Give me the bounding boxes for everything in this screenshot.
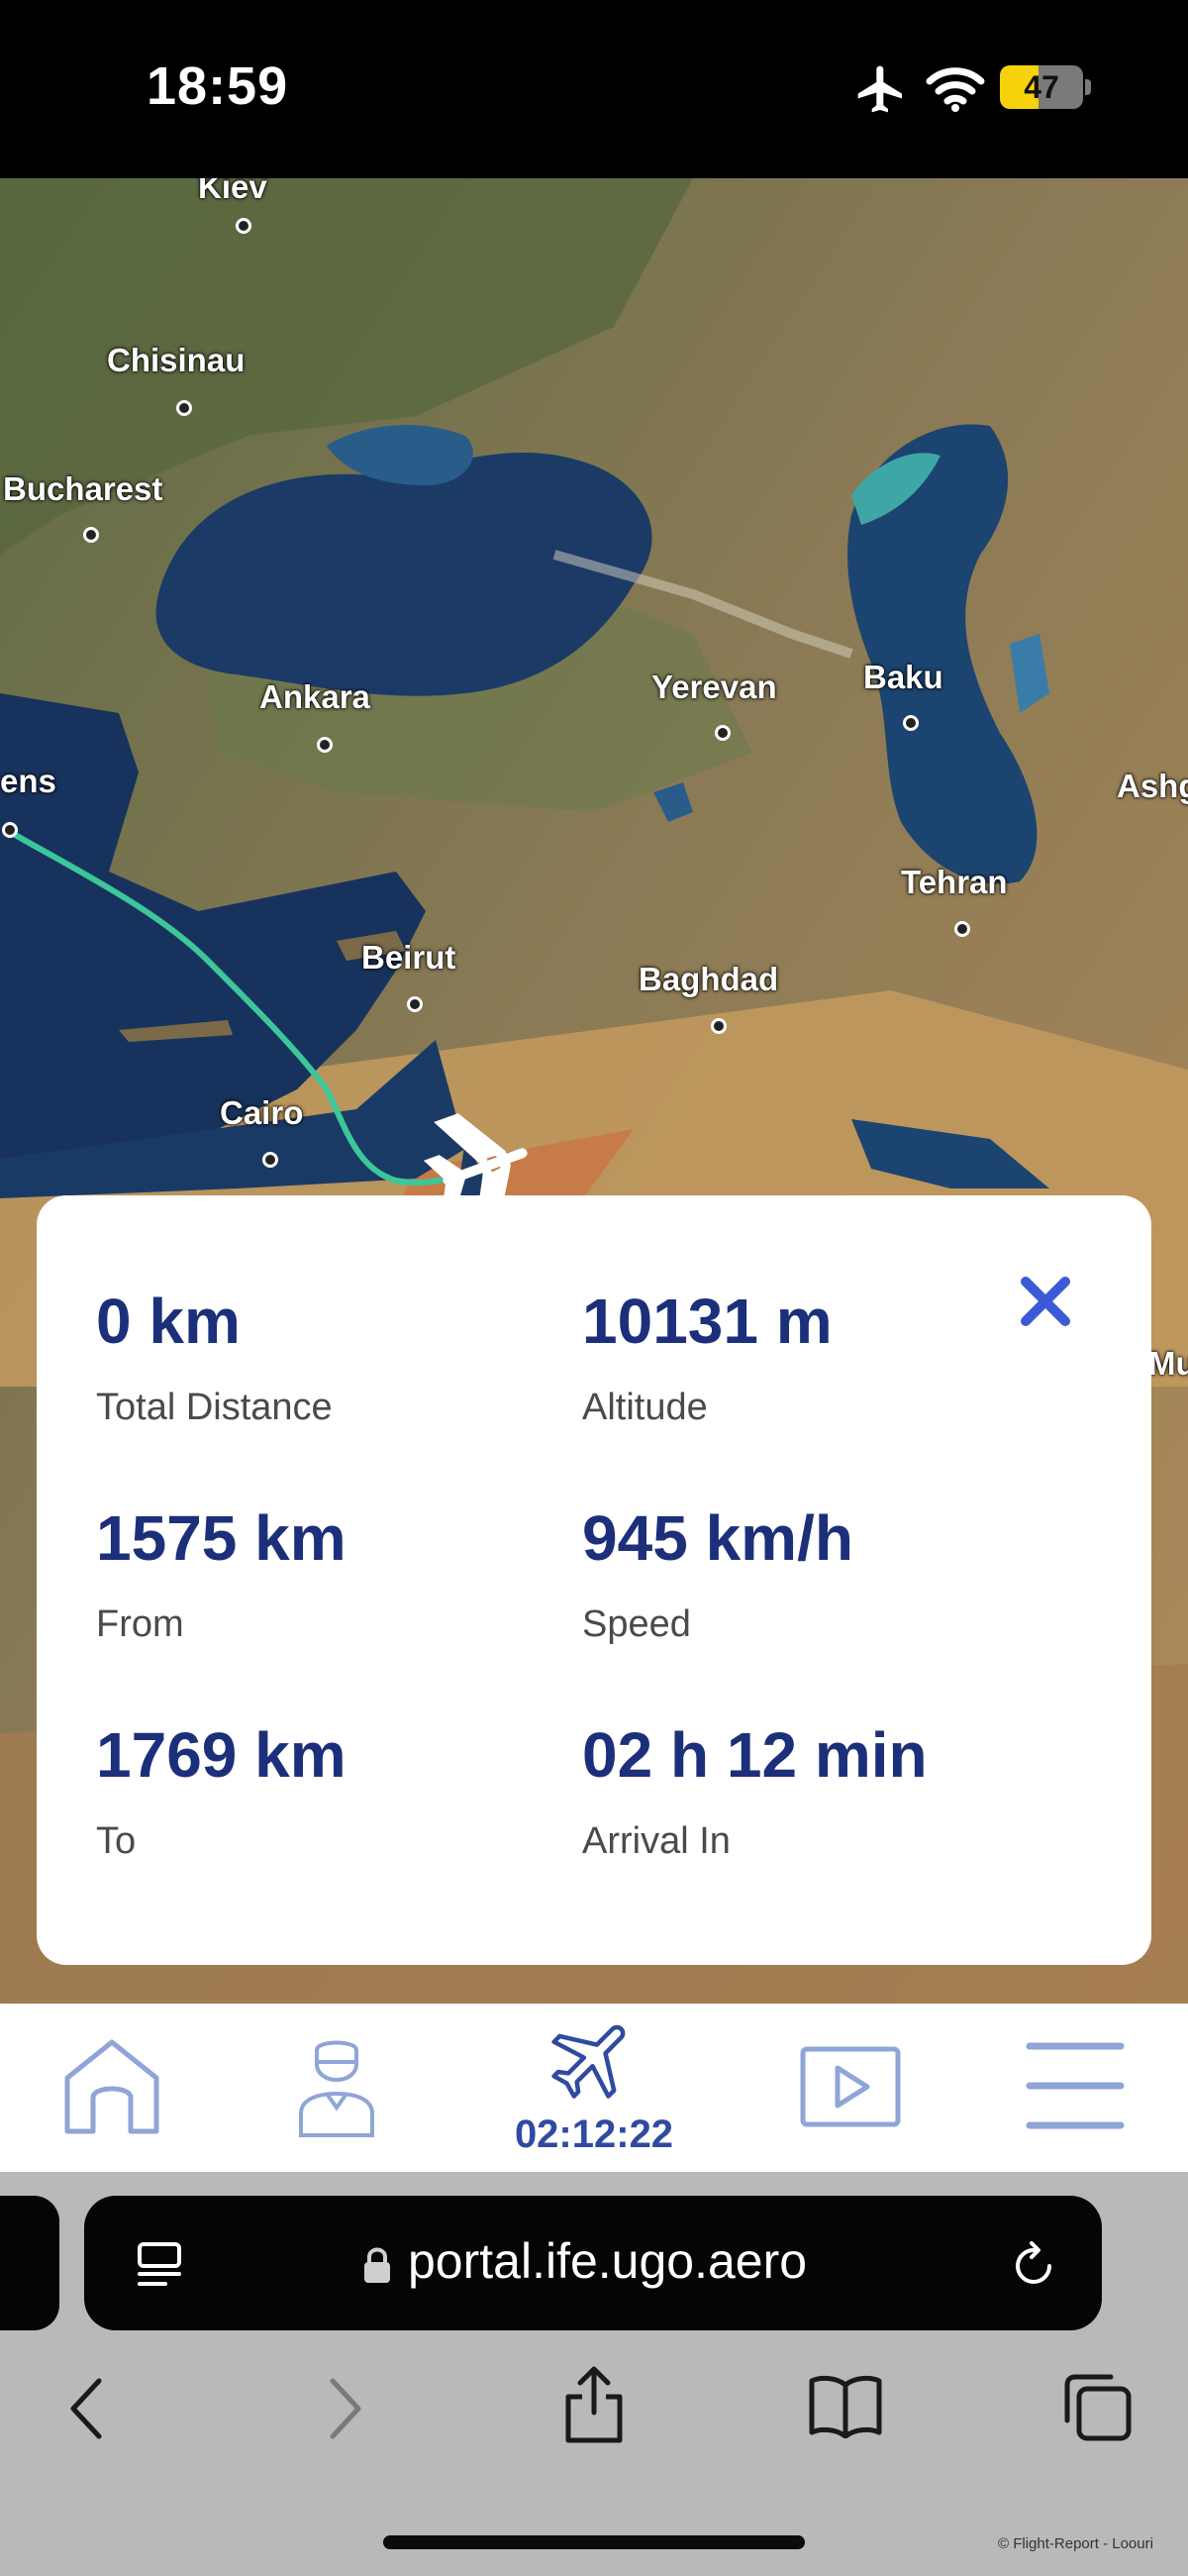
wifi-icon xyxy=(926,67,985,112)
city-dot xyxy=(2,822,18,838)
total-distance-value: 0 km xyxy=(96,1286,241,1357)
city-label-beirut: Beirut xyxy=(361,939,456,976)
back-icon[interactable] xyxy=(67,2377,107,2440)
city-label-baghdad: Baghdad xyxy=(639,961,779,997)
city-dot xyxy=(317,737,333,753)
airplane-mode-icon xyxy=(857,65,902,113)
city-dot xyxy=(83,527,99,543)
city-label-baku: Baku xyxy=(863,659,943,695)
reader-icon[interactable] xyxy=(136,2240,183,2288)
from-distance-value: 1575 km xyxy=(96,1502,346,1574)
city-label-tehran: Tehran xyxy=(901,864,1008,900)
battery-level: 47 xyxy=(1024,69,1059,105)
menu-icon[interactable] xyxy=(1026,2040,1125,2131)
city-label-yerevan: Yerevan xyxy=(651,669,777,705)
city-dot xyxy=(262,1152,278,1168)
home-icon[interactable] xyxy=(63,2038,160,2135)
to-distance-label: To xyxy=(96,1820,137,1862)
city-dot xyxy=(407,996,423,1012)
city-label-ashgabat: Ashg xyxy=(1117,768,1188,804)
forward-icon[interactable] xyxy=(325,2377,364,2440)
city-label-ankara: Ankara xyxy=(259,678,370,715)
credit-text: © Flight-Report - Loouri xyxy=(998,2535,1153,2552)
url-text: portal.ife.ugo.aero xyxy=(408,2233,808,2289)
city-label-athens: ens xyxy=(0,763,56,799)
altitude-value: 10131 m xyxy=(582,1286,833,1357)
battery-icon: 47 xyxy=(1000,65,1083,109)
city-dot xyxy=(715,725,731,741)
city-label-chisinau: Chisinau xyxy=(107,342,246,378)
flight-timer: 02:12:22 xyxy=(514,2112,674,2156)
previous-tab-preview[interactable] xyxy=(0,2196,59,2330)
status-time: 18:59 xyxy=(147,56,289,116)
city-label-bucharest: Bucharest xyxy=(3,470,163,507)
arrival-time-label: Arrival In xyxy=(582,1820,731,1862)
city-dot xyxy=(903,715,919,731)
city-label-kiev: Kiev xyxy=(198,178,267,205)
arrival-time-value: 02 h 12 min xyxy=(582,1719,928,1791)
city-dot xyxy=(176,400,192,416)
from-distance-label: From xyxy=(96,1603,184,1645)
share-icon[interactable] xyxy=(562,2365,626,2444)
reload-icon[interactable] xyxy=(1010,2240,1059,2290)
tabs-icon[interactable] xyxy=(1061,2371,1133,2442)
pilot-icon[interactable] xyxy=(297,2038,376,2137)
play-icon[interactable] xyxy=(800,2046,901,2127)
airplane-icon[interactable] xyxy=(543,2010,645,2108)
speed-value: 945 km/h xyxy=(582,1502,853,1574)
city-label-cairo: Cairo xyxy=(220,1094,304,1131)
city-dot xyxy=(711,1018,727,1034)
city-dot xyxy=(954,921,970,937)
city-dot xyxy=(236,218,251,234)
status-bar: 18:59 47 xyxy=(0,0,1188,178)
close-icon[interactable] xyxy=(1016,1272,1075,1331)
lock-icon xyxy=(364,2247,390,2283)
to-distance-value: 1769 km xyxy=(96,1719,346,1791)
bookmarks-icon[interactable] xyxy=(808,2375,883,2438)
speed-label: Speed xyxy=(582,1603,691,1645)
home-indicator xyxy=(383,2535,805,2549)
battery-cap xyxy=(1085,79,1091,95)
city-label-muscat: Mu xyxy=(1148,1345,1188,1382)
total-distance-label: Total Distance xyxy=(96,1387,333,1428)
altitude-label: Altitude xyxy=(582,1387,708,1428)
